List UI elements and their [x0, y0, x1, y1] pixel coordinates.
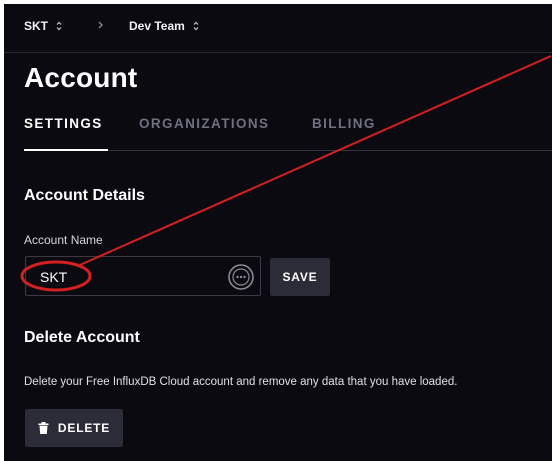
breadcrumb-team-label: Dev Team: [129, 19, 185, 33]
tab-billing[interactable]: BILLING: [312, 116, 376, 131]
chevron-updown-icon: [56, 21, 62, 31]
tab-organizations[interactable]: ORGANIZATIONS: [139, 116, 269, 131]
breadcrumb-org-label: SKT: [24, 19, 48, 33]
more-options-icon[interactable]: [227, 263, 255, 291]
account-tabs: SETTINGS ORGANIZATIONS BILLING: [4, 114, 552, 152]
app-frame: SKT Dev Team Account SETTINGS ORGANIZATI…: [4, 4, 552, 461]
delete-account-heading: Delete Account: [24, 329, 140, 346]
save-button-label: SAVE: [282, 270, 318, 284]
trash-icon: [38, 422, 49, 434]
top-navigation: SKT Dev Team: [4, 4, 552, 53]
delete-button-label: DELETE: [57, 421, 111, 435]
account-name-input[interactable]: [40, 267, 220, 287]
tabs-divider: [108, 150, 552, 151]
delete-button[interactable]: DELETE: [25, 409, 123, 447]
delete-account-description: Delete your Free InfluxDB Cloud account …: [24, 376, 458, 388]
chevron-right-icon: [98, 21, 103, 29]
account-details-heading: Account Details: [24, 187, 145, 204]
chevron-updown-icon: [193, 21, 199, 31]
page-title: Account: [24, 62, 138, 93]
tab-settings[interactable]: SETTINGS: [24, 116, 103, 131]
breadcrumb-org[interactable]: SKT: [24, 19, 62, 33]
account-name-label: Account Name: [24, 233, 103, 247]
account-name-field: [25, 256, 261, 296]
breadcrumb-team[interactable]: Dev Team: [129, 19, 199, 33]
active-tab-indicator: [24, 149, 108, 151]
save-button[interactable]: SAVE: [270, 258, 330, 296]
